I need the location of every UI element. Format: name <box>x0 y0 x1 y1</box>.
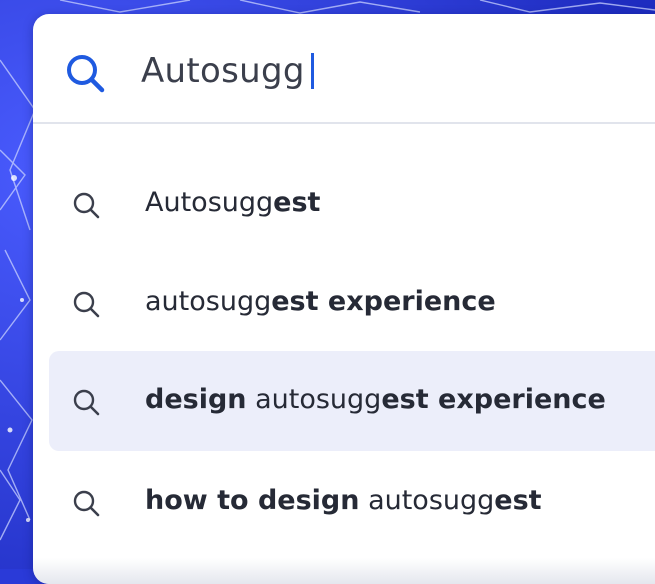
suggestion-text-prefix: how to design <box>145 485 360 516</box>
text-caret <box>310 53 314 89</box>
suggestion-item[interactable]: autosuggest experience <box>49 253 655 353</box>
search-icon <box>73 389 100 416</box>
suggestion-label: Autosuggest <box>145 187 320 218</box>
search-icon <box>73 192 100 219</box>
search-icon[interactable] <box>63 51 107 95</box>
suggestion-text-completion: est <box>494 485 542 516</box>
suggestion-text-completion: est experience <box>381 384 606 415</box>
suggestion-text-completion: est experience <box>271 286 496 317</box>
suggestion-text-typed: autosugg <box>145 286 272 317</box>
autosuggest-panel: Autosugg Autosuggest autosuggest experie… <box>33 14 655 584</box>
suggestion-label: autosuggest experience <box>145 286 496 317</box>
suggestion-item[interactable]: how to design autosuggest <box>49 452 655 552</box>
suggestion-label: how to design autosuggest <box>145 485 542 516</box>
search-icon <box>73 291 100 318</box>
suggestion-text-typed: autosugg <box>359 485 495 516</box>
search-input[interactable]: Autosugg <box>141 46 314 96</box>
suggestion-label: design autosuggest experience <box>145 384 606 415</box>
search-bar[interactable]: Autosugg <box>33 14 655 124</box>
suggestion-item[interactable]: Autosuggest <box>49 154 655 254</box>
suggestion-text-typed: autosugg <box>246 384 382 415</box>
suggestion-text-prefix: design <box>145 384 247 415</box>
search-icon <box>73 490 100 517</box>
suggestion-text-completion: est <box>273 187 321 218</box>
suggestion-item-active[interactable]: design autosuggest experience <box>49 351 655 451</box>
search-query: Autosugg <box>141 51 305 91</box>
suggestion-text-typed: Autosugg <box>145 187 274 218</box>
panel-bottom-fade <box>33 558 655 584</box>
